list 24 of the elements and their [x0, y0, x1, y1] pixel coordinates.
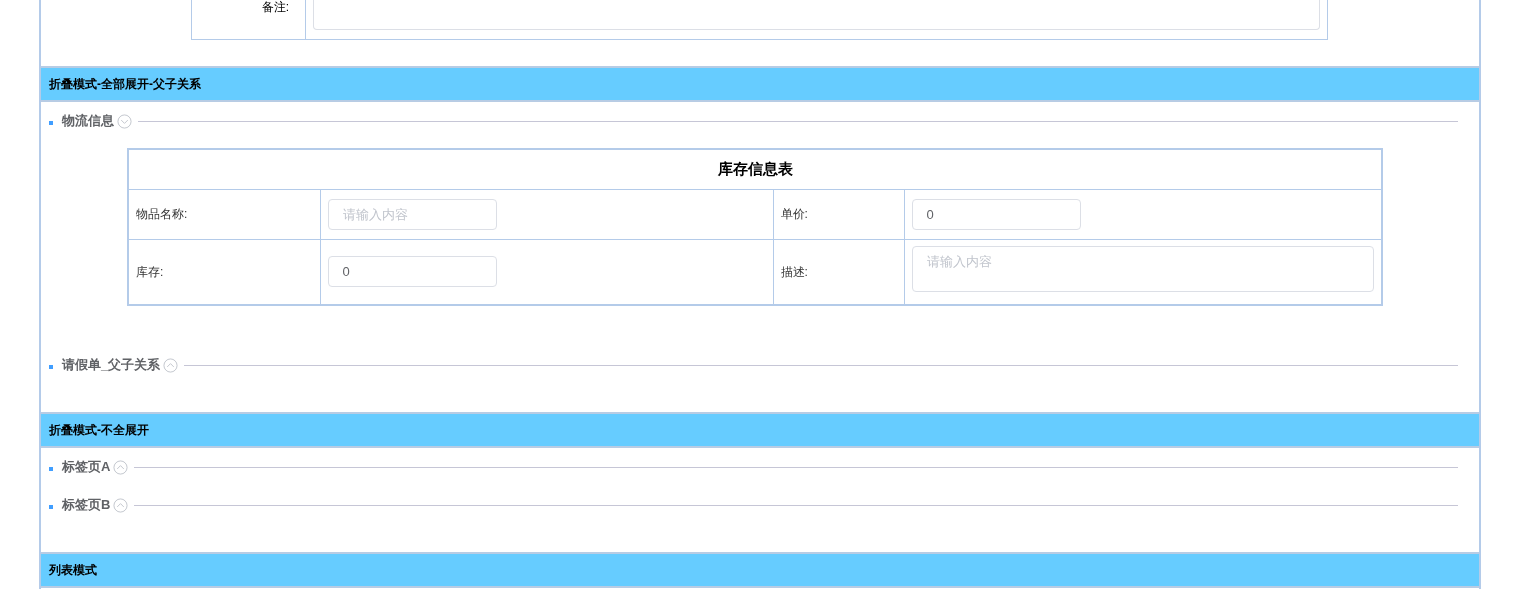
field-label: 物品名称: [128, 189, 320, 239]
field-label: 备注: [261, 0, 289, 16]
section-title: 折叠模式-全部展开-父子关系 [49, 76, 201, 93]
field-label: 单价: [773, 189, 904, 239]
bullet-icon [49, 365, 53, 369]
input-field[interactable]: 0 [327, 256, 497, 288]
bullet-icon [49, 121, 53, 125]
chevron-up-circle-icon[interactable] [113, 459, 129, 475]
description-textarea[interactable]: 请输入内容 [911, 246, 1374, 293]
remark-textarea[interactable] [313, 0, 1320, 30]
chevron-down-circle-icon[interactable] [117, 113, 132, 129]
input-field[interactable]: 请输入内容 [327, 198, 497, 230]
chevron-up-circle-icon[interactable] [113, 497, 129, 513]
group-title[interactable]: 请假单_父子关系 [62, 355, 161, 375]
bullet-icon [49, 467, 53, 471]
group-title[interactable]: 物流信息 [62, 111, 114, 131]
bullet-icon [49, 505, 53, 509]
group-title[interactable]: 标签页B [62, 495, 111, 515]
chevron-up-circle-icon[interactable] [163, 357, 179, 373]
table-title: 库存信息表 [717, 160, 793, 177]
input-field[interactable]: 0 [911, 198, 1081, 230]
section-title: 列表模式 [49, 562, 97, 579]
group-title[interactable]: 标签页A [62, 457, 111, 477]
section-title: 折叠模式-不全展开 [49, 422, 149, 439]
